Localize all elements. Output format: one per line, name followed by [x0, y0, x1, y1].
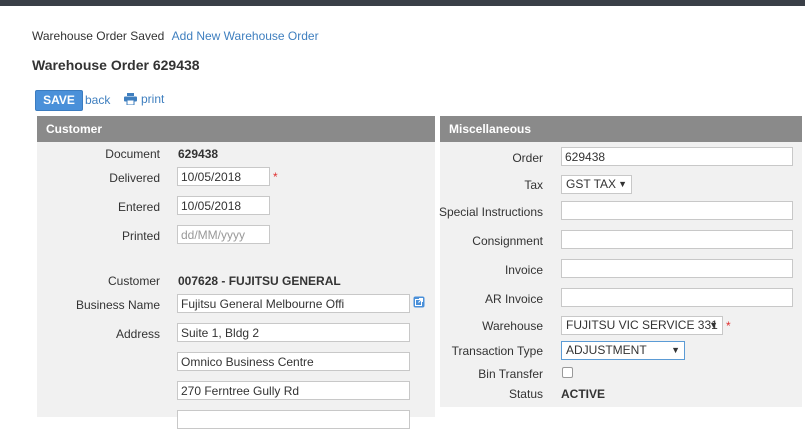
invoice-label: Invoice [504, 263, 543, 277]
printed-label: Printed [121, 229, 160, 243]
entered-label: Entered [117, 200, 160, 214]
warehouse-required-marker: * [726, 319, 731, 333]
delivered-field[interactable]: 10/05/2018 [177, 167, 270, 186]
bin-transfer-label: Bin Transfer [478, 367, 543, 381]
printer-icon [124, 93, 137, 105]
warehouse-select[interactable]: FUJITSU VIC SERVICE 331 ▼ [561, 316, 723, 335]
order-field[interactable]: 629438 [561, 147, 793, 166]
bin-transfer-checkbox[interactable] [562, 367, 573, 378]
page-title: Warehouse Order 629438 [32, 57, 200, 73]
save-notice: Warehouse Order Saved Add New Warehouse … [32, 29, 319, 43]
warehouse-label: Warehouse [482, 319, 543, 333]
ar-invoice-label: AR Invoice [484, 292, 543, 306]
special-instructions-label: Special Instructions [438, 205, 543, 219]
document-value: 629438 [178, 147, 219, 161]
entered-field[interactable]: 10/05/2018 [177, 196, 270, 215]
print-label: print [141, 92, 165, 106]
delivered-label: Delivered [109, 171, 160, 185]
customer-panel: Customer [37, 116, 435, 417]
external-link-icon[interactable] [413, 296, 425, 308]
warehouse-value: FUJITSU VIC SERVICE 331 [566, 318, 718, 332]
order-label: Order [512, 151, 543, 165]
add-new-order-link[interactable]: Add New Warehouse Order [172, 29, 319, 43]
tax-select[interactable]: GST TAX ▼ [561, 175, 632, 194]
consignment-label: Consignment [472, 234, 543, 248]
transaction-type-value: ADJUSTMENT [566, 343, 647, 357]
consignment-field[interactable] [561, 230, 793, 249]
tax-label: Tax [524, 178, 543, 192]
tax-value: GST TAX [566, 177, 617, 191]
save-button[interactable]: SAVE [35, 90, 83, 111]
delivered-required-marker: * [273, 170, 278, 184]
notice-text: Warehouse Order Saved [32, 29, 165, 43]
customer-heading: Customer [37, 116, 435, 142]
back-link[interactable]: back [85, 93, 110, 107]
business-name-label: Business Name [75, 298, 160, 312]
customer-value: 007628 - FUJITSU GENERAL [178, 274, 341, 288]
document-label: Document [105, 147, 160, 161]
status-value: ACTIVE [561, 387, 606, 401]
address-line-2-field[interactable]: Omnico Business Centre [177, 352, 410, 371]
chevron-down-icon: ▼ [671, 345, 680, 355]
chevron-down-icon: ▼ [709, 320, 718, 330]
chevron-down-icon: ▼ [618, 179, 627, 189]
invoice-field[interactable] [561, 259, 793, 278]
address-label: Address [115, 327, 160, 341]
special-instructions-field[interactable] [561, 201, 793, 220]
address-line-1-field[interactable]: Suite 1, Bldg 2 [177, 323, 410, 342]
transaction-type-select[interactable]: ADJUSTMENT ▼ [561, 341, 685, 360]
print-link[interactable]: print [124, 92, 164, 106]
address-line-3-field[interactable]: 270 Ferntree Gully Rd [177, 381, 410, 400]
customer-label: Customer [107, 274, 160, 288]
status-label: Status [508, 387, 543, 401]
printed-field[interactable]: dd/MM/yyyy [177, 225, 270, 244]
business-name-field[interactable]: Fujitsu General Melbourne Offi [177, 294, 410, 313]
address-line-4-field[interactable] [177, 410, 410, 429]
ar-invoice-field[interactable] [561, 288, 793, 307]
misc-heading: Miscellaneous [440, 116, 802, 142]
transaction-type-label: Transaction Type [451, 344, 543, 358]
top-bar [0, 0, 805, 6]
